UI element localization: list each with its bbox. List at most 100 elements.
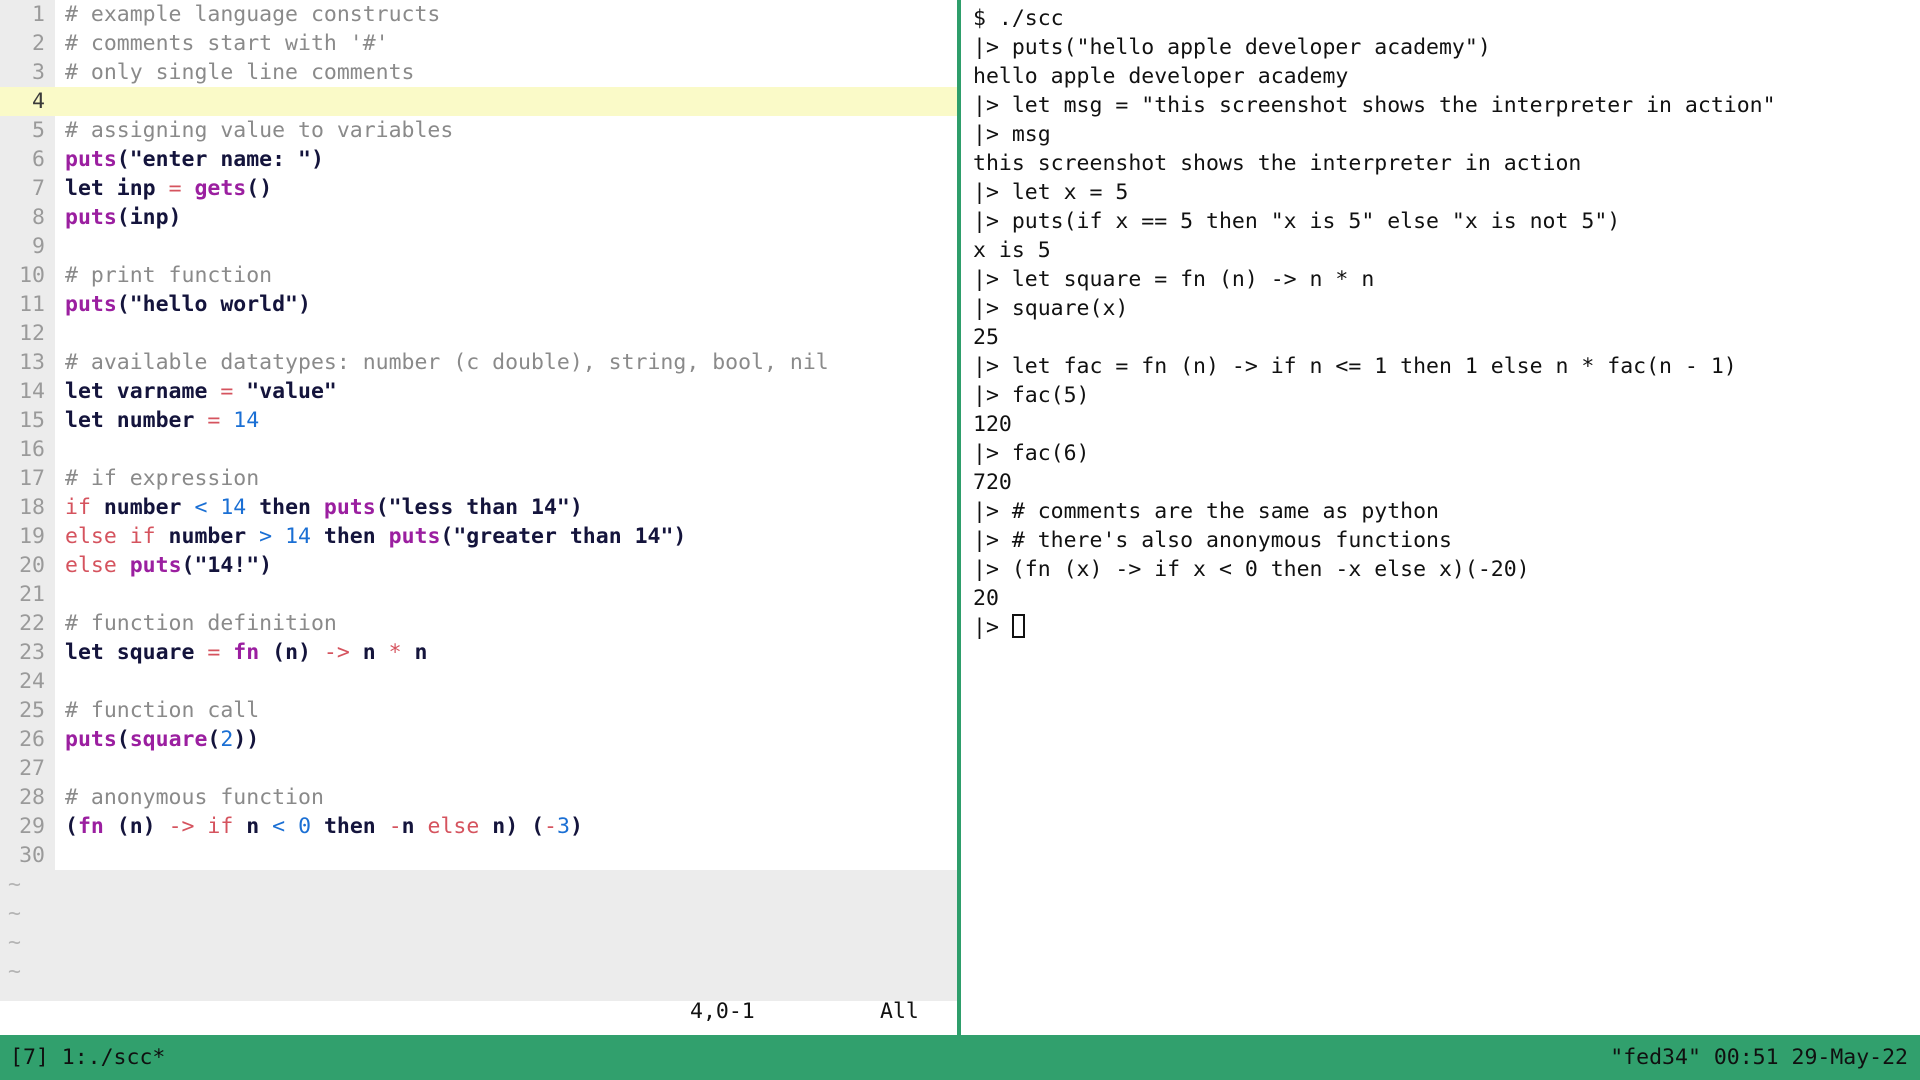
code-line[interactable]: 21 (0, 580, 957, 609)
code-line[interactable]: 28 # anonymous function (0, 783, 957, 812)
repl-input-line: $ ./scc (973, 6, 1064, 31)
repl-input-line: |> # there's also anonymous functions (973, 528, 1452, 553)
code-token: n (233, 814, 273, 839)
vim-scroll-indicator: All (880, 999, 919, 1025)
code-token: # function call (65, 698, 260, 723)
code-token: let inp (65, 176, 169, 201)
tmux-session-clock: "fed34" 00:51 29-May-22 (1610, 1045, 1908, 1070)
line-number: 1 (0, 0, 55, 29)
code-token: puts (129, 553, 182, 578)
tilde-marker: ~ (8, 872, 21, 897)
repl-output-line: 120 (973, 412, 1012, 437)
code-token: number (90, 495, 195, 520)
line-number: 25 (0, 696, 55, 725)
vim-cursor-position: 4,0-1 (690, 999, 755, 1025)
code-token: ("greater than 14") (440, 524, 687, 549)
code-token: 3 (557, 814, 570, 839)
line-number: 17 (0, 464, 55, 493)
code-token: (n) (103, 814, 169, 839)
code-line[interactable]: 29 (fn (n) -> if n < 0 then -n else n) (-… (0, 812, 957, 841)
line-number: 21 (0, 580, 55, 609)
code-line[interactable]: 1 # example language constructs (0, 0, 957, 29)
code-text: puts(inp) (55, 203, 182, 232)
code-token: = (168, 176, 182, 201)
code-text: let varname = "value" (55, 377, 337, 406)
code-token: # only single line comments (65, 60, 415, 85)
code-line[interactable]: 20 else puts("14!") (0, 551, 957, 580)
vim-editor-pane[interactable]: 1 # example language constructs 2 # comment… (0, 0, 957, 1035)
code-line[interactable]: 6 puts("enter name: ") (0, 145, 957, 174)
code-token: # anonymous function (65, 785, 324, 810)
code-token: puts (323, 495, 376, 520)
code-token: < (272, 814, 286, 839)
code-token: (inp) (116, 205, 182, 230)
code-text: else puts("14!") (55, 551, 272, 580)
code-line[interactable]: 23 let square = fn (n) -> n * n (0, 638, 957, 667)
code-line[interactable]: 5 # assigning value to variables (0, 116, 957, 145)
code-text: # comments start with '#' (55, 29, 389, 58)
code-text: # function definition (55, 609, 337, 638)
code-line[interactable]: 17 # if expression (0, 464, 957, 493)
code-line[interactable]: 15 let number = 14 (0, 406, 957, 435)
code-line[interactable]: 18 if number < 14 then puts("less than 14… (0, 493, 957, 522)
vim-filler-line: ~ (0, 928, 957, 957)
code-line[interactable]: 25 # function call (0, 696, 957, 725)
code-line[interactable]: 8 puts(inp) (0, 203, 957, 232)
line-number: 18 (0, 493, 55, 522)
code-line[interactable]: 9 (0, 232, 957, 261)
code-line[interactable]: 11 puts("hello world") (0, 290, 957, 319)
code-line[interactable]: 13 # available datatypes: number (c doubl… (0, 348, 957, 377)
code-text: let number = 14 (55, 406, 259, 435)
tmux-window-list[interactable]: [7] 1:./scc* (6, 1045, 165, 1070)
code-line[interactable]: 14 let varname = "value" (0, 377, 957, 406)
code-line[interactable]: 3 # only single line comments (0, 58, 957, 87)
code-token: else if (65, 524, 156, 549)
code-token: ("enter name: ") (116, 147, 324, 172)
code-text: # if expression (55, 464, 259, 493)
code-line[interactable]: 4 (0, 87, 957, 116)
code-line[interactable]: 22 # function definition (0, 609, 957, 638)
code-line[interactable]: 16 (0, 435, 957, 464)
code-token: ( (65, 814, 78, 839)
vim-buffer[interactable]: 1 # example language constructs 2 # comment… (0, 0, 957, 1002)
code-text: if number < 14 then puts("less than 14") (55, 493, 583, 522)
line-number: 8 (0, 203, 55, 232)
code-token: < (194, 495, 208, 520)
code-token: # if expression (65, 466, 260, 491)
code-token: 2 (220, 727, 234, 752)
code-text: (fn (n) -> if n < 0 then -n else n) (-3) (55, 812, 583, 841)
code-line[interactable]: 12 (0, 319, 957, 348)
vim-filler-area: ~ ~ ~ ~ (0, 870, 957, 1002)
code-line[interactable]: 30 (0, 841, 957, 870)
code-text: puts(square(2)) (55, 725, 259, 754)
code-line[interactable]: 2 # comments start with '#' (0, 29, 957, 58)
repl-terminal-pane[interactable]: $ ./scc |> puts("hello apple developer ac… (961, 0, 1920, 1035)
code-token: gets (194, 176, 247, 201)
line-number: 22 (0, 609, 55, 638)
repl-active-prompt[interactable]: |> (973, 613, 1920, 642)
code-line[interactable]: 19 else if number > 14 then puts("greater… (0, 522, 957, 551)
code-token: fn (233, 640, 260, 665)
code-line[interactable]: 24 (0, 667, 957, 696)
code-line[interactable]: 10 # print function (0, 261, 957, 290)
line-number: 5 (0, 116, 55, 145)
code-line[interactable]: 7 let inp = gets() (0, 174, 957, 203)
line-number: 4 (0, 87, 55, 116)
repl-prompt-symbol: |> (973, 615, 1012, 640)
line-number: 30 (0, 841, 55, 870)
vim-ruler: 4,0-1 All (0, 999, 957, 1035)
code-line[interactable]: 27 (0, 754, 957, 783)
repl-output-line: 20 (973, 586, 999, 611)
code-line[interactable]: 26 puts(square(2)) (0, 725, 957, 754)
code-token: "value" (246, 379, 337, 404)
repl-input-line: |> fac(6) (973, 441, 1090, 466)
code-token: = (220, 379, 234, 404)
code-token: 14 (233, 408, 260, 433)
